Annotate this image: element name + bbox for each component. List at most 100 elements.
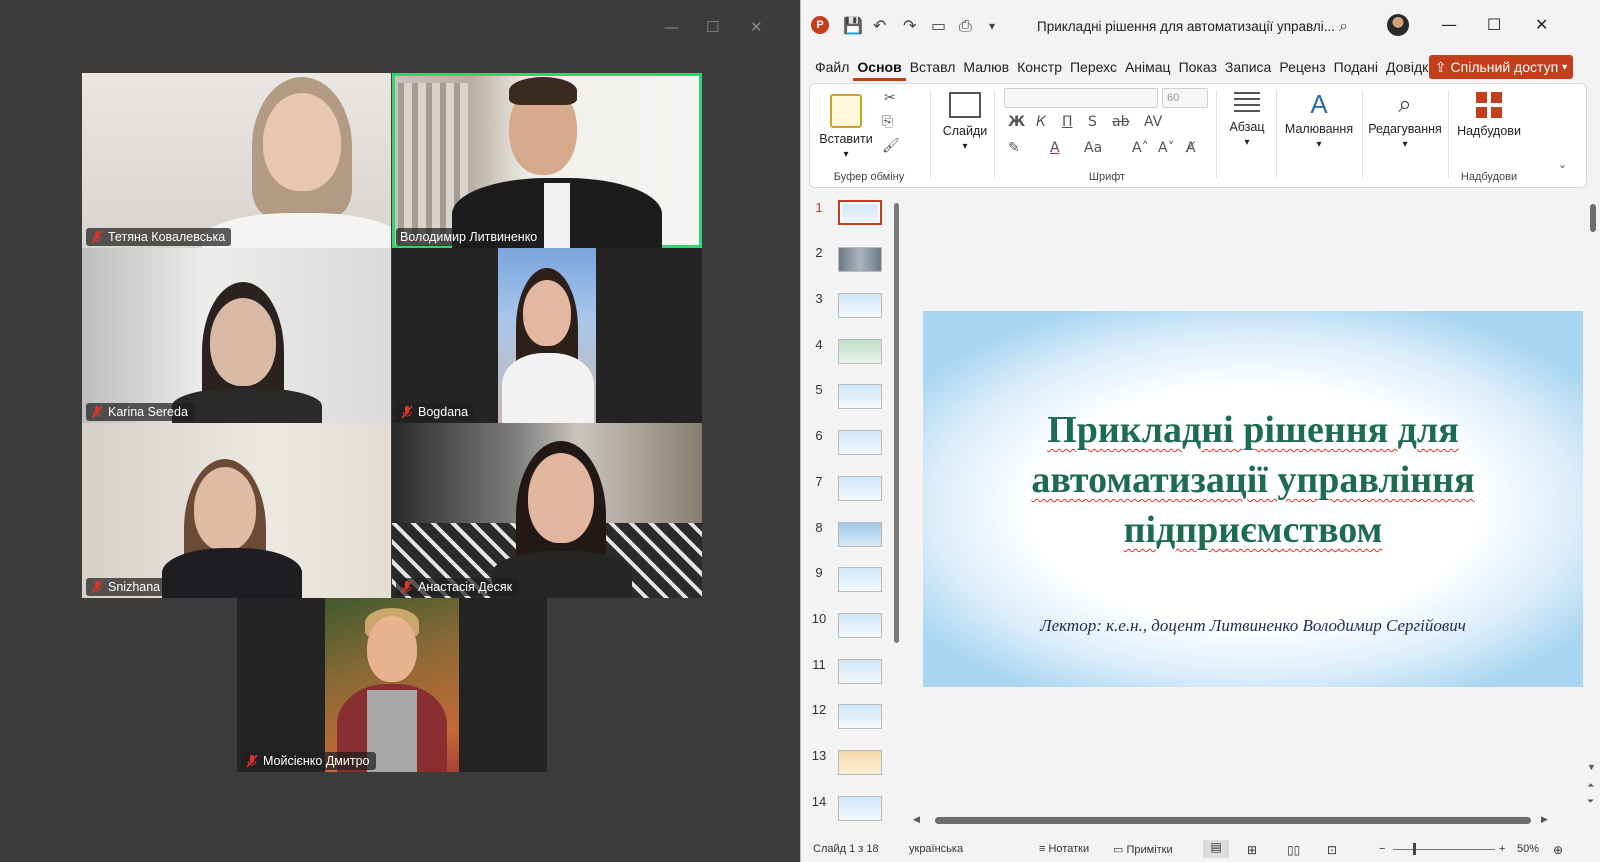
slide-thumbnail[interactable] xyxy=(838,247,882,272)
slide-thumbnail[interactable] xyxy=(838,430,882,455)
strikethrough-icon[interactable]: ab xyxy=(1112,114,1129,130)
cut-icon[interactable]: ✂ xyxy=(884,90,896,106)
slides-button[interactable]: Слайди ▾ xyxy=(934,90,996,152)
zoom-in-icon[interactable]: + xyxy=(1499,843,1505,855)
scroll-thumb[interactable] xyxy=(1590,204,1596,232)
redo-icon[interactable]: ↷ xyxy=(903,16,916,35)
video-tile[interactable]: Snizhana xyxy=(82,423,391,598)
slide-title[interactable]: Прикладні рішення для автоматизації упра… xyxy=(953,405,1553,555)
scroll-left-icon[interactable]: ◀ xyxy=(913,814,920,825)
tab-view[interactable]: Подані xyxy=(1330,57,1382,81)
comments-button[interactable]: ▭ Примітки xyxy=(1113,843,1173,856)
next-slide-icon[interactable]: ⏷ xyxy=(1587,796,1594,807)
paste-button[interactable]: Вставити ▾ xyxy=(816,90,876,160)
slide-thumbnail[interactable] xyxy=(838,796,882,821)
close-icon[interactable]: ✕ xyxy=(750,18,763,36)
tab-design[interactable]: Констр xyxy=(1013,57,1066,81)
minimize-icon[interactable]: — xyxy=(664,18,679,36)
scroll-thumb[interactable] xyxy=(935,817,1531,824)
slide-thumbnail[interactable] xyxy=(838,339,882,364)
slide-thumbnail[interactable] xyxy=(838,750,882,775)
tab-home[interactable]: Основ xyxy=(853,57,906,81)
slide-thumbnail[interactable] xyxy=(838,613,882,638)
zoom-slider[interactable] xyxy=(1393,849,1495,850)
slide-subtitle[interactable]: Лектор: к.е.н., доцент Литвиненко Володи… xyxy=(943,616,1563,636)
tab-animations[interactable]: Анімац xyxy=(1121,57,1175,81)
video-tile[interactable]: Мойсієнко Дмитро xyxy=(237,598,547,772)
thumbnails-scrollbar[interactable] xyxy=(894,203,899,643)
tab-draw[interactable]: Малюв xyxy=(959,57,1013,81)
print-preview-icon[interactable]: ⎙ xyxy=(959,16,972,36)
tab-help[interactable]: Довідк xyxy=(1382,57,1432,81)
underline-button[interactable]: П xyxy=(1062,114,1073,130)
tab-file[interactable]: Файл xyxy=(811,57,853,81)
italic-button[interactable]: К xyxy=(1036,114,1046,130)
undo-icon[interactable]: ↶ xyxy=(873,16,886,35)
change-case-icon[interactable]: Aa xyxy=(1084,140,1102,156)
format-painter-icon[interactable]: 🖌 xyxy=(882,138,900,154)
reading-view-icon[interactable]: ▯▯ xyxy=(1287,843,1300,857)
slide-thumbnail[interactable] xyxy=(838,567,882,592)
vertical-scrollbar[interactable]: ▼ ⏶ ⏷ xyxy=(1587,200,1599,825)
slide-thumbnail[interactable] xyxy=(838,476,882,501)
video-tile[interactable]: Тетяна Ковалевська xyxy=(82,73,391,248)
divider xyxy=(1448,90,1449,178)
editing-button[interactable]: ⌕ Редагування ▾ xyxy=(1366,90,1444,150)
clear-formatting-icon[interactable]: A̸ xyxy=(1186,140,1196,156)
zoom-level[interactable]: 50% xyxy=(1517,843,1539,855)
video-tile[interactable]: Bogdana xyxy=(392,248,702,423)
shrink-font-icon[interactable]: A˅ xyxy=(1158,140,1175,156)
bold-button[interactable]: Ж xyxy=(1008,114,1025,130)
slide-thumbnail[interactable] xyxy=(838,293,882,318)
tab-slideshow[interactable]: Показ xyxy=(1175,57,1221,81)
tab-insert[interactable]: Вставл xyxy=(906,57,960,81)
slide-canvas[interactable]: Прикладні рішення для автоматизації упра… xyxy=(923,311,1583,687)
font-color-icon[interactable]: A xyxy=(1050,140,1060,156)
notes-button[interactable]: ≡ Нотатки xyxy=(1039,843,1089,855)
scroll-right-icon[interactable]: ▶ xyxy=(1541,814,1548,825)
slideshow-icon[interactable]: ⊡ xyxy=(1327,843,1337,857)
slide-thumbnail[interactable] xyxy=(838,522,882,547)
slide-sorter-icon[interactable]: ⊞ xyxy=(1247,843,1257,857)
tab-record[interactable]: Записа xyxy=(1221,57,1275,81)
addins-button[interactable]: Надбудови xyxy=(1452,90,1526,138)
fit-to-window-icon[interactable]: ⊕ xyxy=(1553,843,1563,857)
tab-review[interactable]: Реценз xyxy=(1275,57,1329,81)
zoom-slider-thumb[interactable] xyxy=(1413,843,1416,855)
slide-thumbnail[interactable] xyxy=(838,200,882,225)
char-spacing-icon[interactable]: AV xyxy=(1144,114,1162,130)
share-button[interactable]: ⇪ Спільний доступ ▾ xyxy=(1429,55,1573,79)
presenter-icon[interactable]: ▭ xyxy=(931,16,946,35)
video-tile[interactable]: Анастасія Десяк xyxy=(392,423,702,598)
shadow-button[interactable]: S xyxy=(1088,114,1097,130)
minimize-icon[interactable]: — xyxy=(1441,15,1457,34)
chevron-down-icon[interactable]: ⌄ xyxy=(1558,158,1567,171)
slide-thumbnail[interactable] xyxy=(838,384,882,409)
language-indicator[interactable]: українська xyxy=(909,843,963,855)
maximize-icon[interactable]: ☐ xyxy=(706,18,719,36)
scroll-down-icon[interactable]: ▼ xyxy=(1587,762,1596,772)
copy-icon[interactable]: ⎘ xyxy=(882,114,893,130)
grow-font-icon[interactable]: A˄ xyxy=(1132,140,1149,156)
paragraph-button[interactable]: Абзац ▾ xyxy=(1220,90,1274,148)
slide-thumbnail[interactable] xyxy=(838,659,882,684)
save-icon[interactable]: 💾 xyxy=(843,16,863,35)
close-icon[interactable]: ✕ xyxy=(1535,15,1548,34)
zoom-out-icon[interactable]: − xyxy=(1379,843,1385,855)
video-tile-active-speaker[interactable]: Володимир Литвиненко xyxy=(392,73,702,248)
thumbnail-number: 2 xyxy=(815,245,823,260)
drawing-button[interactable]: A Малювання ▾ xyxy=(1280,90,1358,150)
search-icon[interactable]: ⌕ xyxy=(1339,16,1348,36)
tab-transitions[interactable]: Перехс xyxy=(1066,57,1121,81)
avatar[interactable] xyxy=(1387,14,1409,36)
maximize-icon[interactable]: ☐ xyxy=(1487,15,1501,34)
font-size-box[interactable]: 60 xyxy=(1162,88,1208,108)
highlight-icon[interactable]: ✎ xyxy=(1008,140,1020,156)
customize-qat-icon[interactable]: ▾ xyxy=(989,19,995,33)
normal-view-icon[interactable]: ▤ xyxy=(1203,840,1229,858)
font-name-box[interactable] xyxy=(1004,88,1158,108)
slide-thumbnail[interactable] xyxy=(838,704,882,729)
horizontal-scrollbar[interactable]: ◀ ▶ xyxy=(913,814,1593,828)
prev-slide-icon[interactable]: ⏶ xyxy=(1587,780,1594,791)
video-tile[interactable]: Karina Sereda xyxy=(82,248,391,423)
